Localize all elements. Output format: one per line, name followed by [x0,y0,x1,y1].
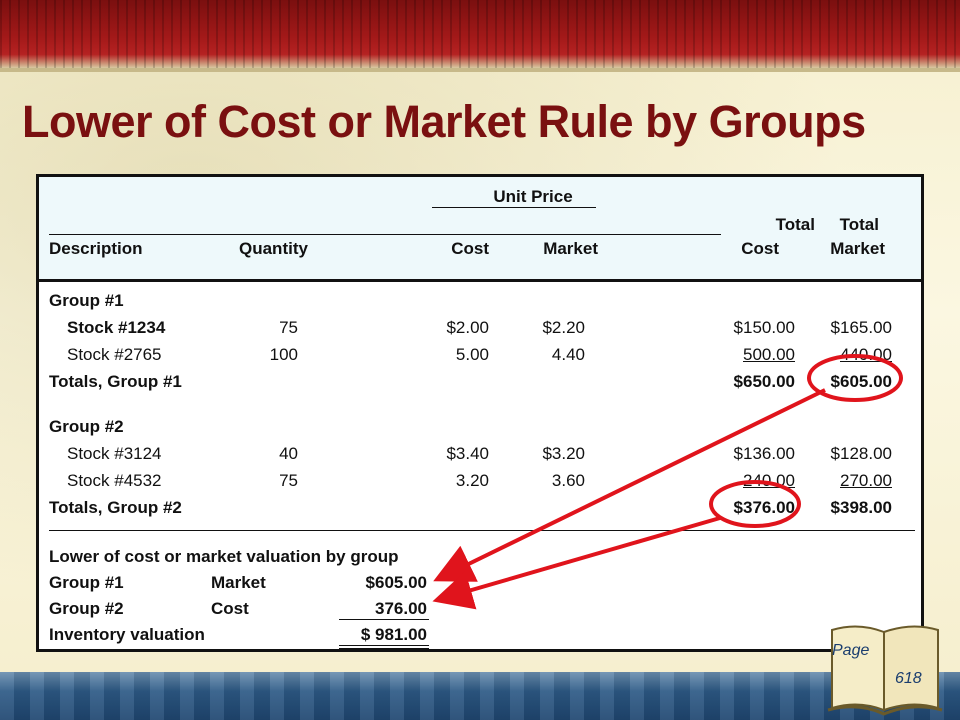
highlight-circle-group-2-cost [709,480,801,528]
highlight-annotations [432,354,903,610]
page-label: Page [832,642,870,659]
page-number: 618 [895,670,922,687]
highlight-circle-group-1-market [807,354,903,402]
book-icon [827,625,943,716]
